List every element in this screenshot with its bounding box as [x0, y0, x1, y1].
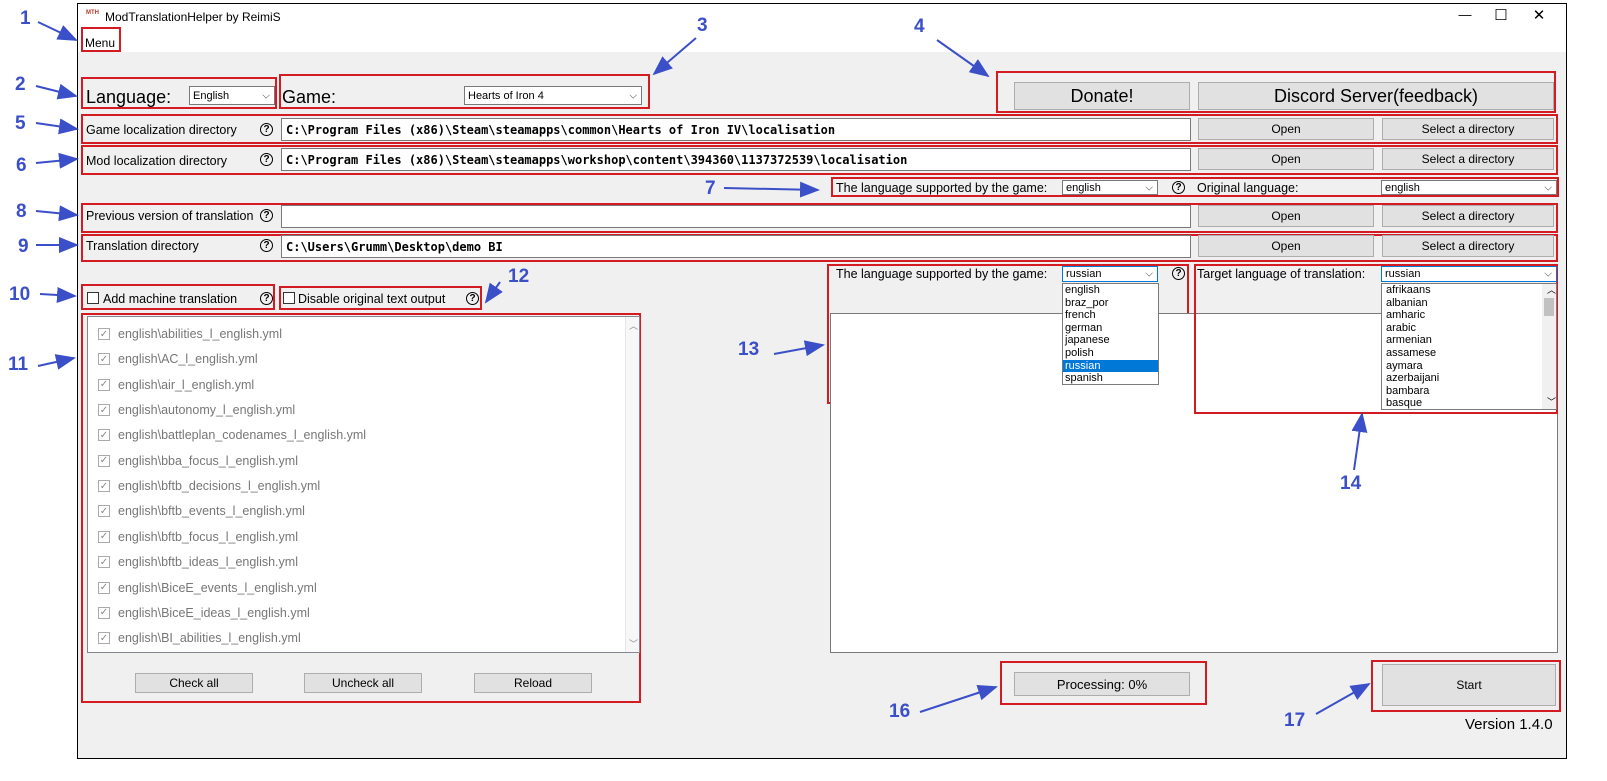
dropdown-option[interactable]: braz_por [1063, 297, 1158, 310]
arrow-17 [1315, 683, 1371, 715]
arrow-13 [773, 340, 825, 357]
arrow-8 [35, 205, 79, 222]
arrow-2 [35, 83, 78, 100]
dropdown-option[interactable]: russian [1063, 359, 1158, 373]
dropdown-option[interactable]: afrikaans [1384, 284, 1556, 297]
dropdown-option[interactable]: assamese [1384, 347, 1556, 360]
arrow-11 [37, 354, 76, 370]
arrow-6 [35, 152, 79, 169]
arrow-7 [723, 181, 820, 198]
arrow-10 [39, 286, 77, 303]
target-lang-options: afrikaans albanian amharic arabic armenian as… [1382, 284, 1556, 409]
dropdown-option[interactable]: basque [1384, 397, 1556, 410]
dropdown-option[interactable]: bambara [1384, 385, 1556, 398]
target-lang-dropdown[interactable]: afrikaans albanian amharic arabic armenian as… [1381, 283, 1557, 410]
arrow-4 [936, 39, 990, 78]
arrow-16 [919, 685, 998, 713]
dropdown-option[interactable]: polish [1063, 347, 1158, 360]
scrollbar-thumb[interactable] [1544, 298, 1554, 316]
dropdown-option[interactable]: english [1063, 284, 1158, 297]
dropdown-option[interactable]: aymara [1384, 360, 1556, 373]
game-lang-dropdown[interactable]: english braz_por french german japanese polis… [1062, 283, 1159, 385]
chevron-up-icon[interactable]: ︿ [1545, 284, 1556, 297]
target-lang-scrollbar[interactable]: ︿ ﹀ [1542, 284, 1556, 409]
arrow-3 [652, 37, 697, 76]
dropdown-option[interactable]: arabic [1384, 322, 1556, 335]
dropdown-option[interactable]: japanese [1063, 334, 1158, 347]
arrow-14 [1351, 412, 1368, 471]
arrow-12 [484, 281, 503, 304]
dropdown-option[interactable]: albanian [1384, 297, 1556, 310]
dropdown-option[interactable]: azerbaijani [1384, 372, 1556, 385]
annotation-arrows [35, 21, 1371, 715]
dropdown-option[interactable]: german [1063, 322, 1158, 335]
arrow-1 [37, 21, 78, 41]
arrow-5 [35, 118, 79, 135]
dropdown-option[interactable]: spanish [1063, 372, 1158, 385]
dropdown-option[interactable]: french [1063, 309, 1158, 322]
dropdown-option[interactable]: amharic [1384, 309, 1556, 322]
dropdown-option[interactable]: armenian [1384, 334, 1556, 347]
chevron-down-icon[interactable]: ﹀ [1545, 396, 1556, 409]
